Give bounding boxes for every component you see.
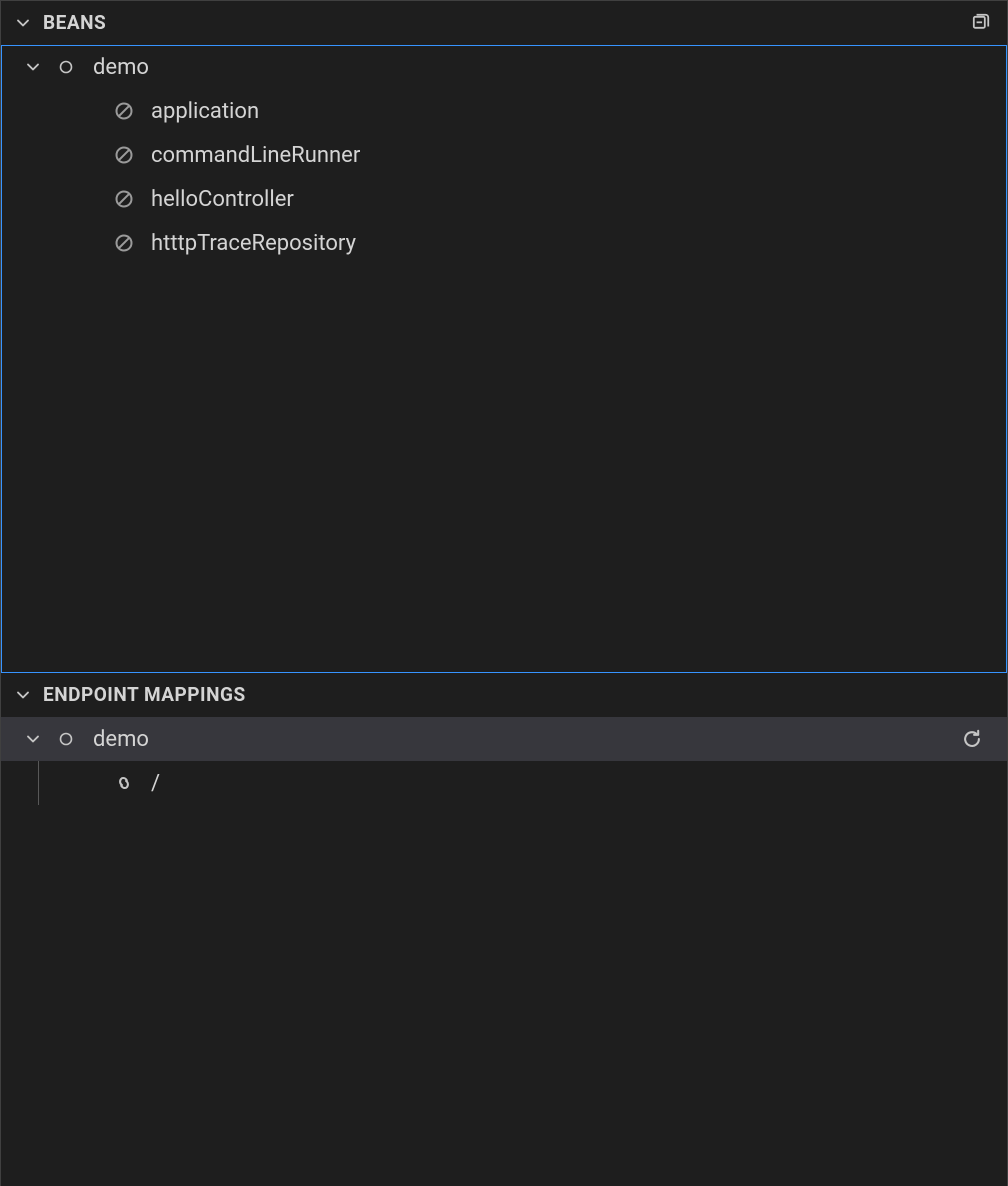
bean-item-label: helloController <box>151 187 294 212</box>
chevron-down-icon <box>11 683 35 707</box>
beans-section-header[interactable]: BEANS <box>1 1 1007 45</box>
endpoint-project-row[interactable]: demo <box>1 717 1007 761</box>
refresh-button[interactable] <box>957 724 987 754</box>
chevron-down-icon <box>11 11 35 35</box>
disabled-icon <box>111 142 137 168</box>
collapse-all-button[interactable] <box>965 8 995 38</box>
endpoint-section-title: ENDPOINT MAPPINGS <box>43 683 246 706</box>
disabled-icon <box>111 230 137 256</box>
chevron-down-icon <box>21 55 45 79</box>
bean-item[interactable]: helloController <box>1 177 1007 221</box>
bean-item-label: commandLineRunner <box>151 143 360 168</box>
endpoint-project-label: demo <box>93 727 149 752</box>
beans-project-label: demo <box>93 55 149 80</box>
disabled-icon <box>111 98 137 124</box>
bean-item-label: htttpTraceRepository <box>151 231 356 256</box>
bean-item[interactable]: application <box>1 89 1007 133</box>
endpoint-tree[interactable]: demo / <box>1 717 1007 1186</box>
bean-item-label: application <box>151 99 259 124</box>
disabled-icon <box>111 186 137 212</box>
endpoint-section-header[interactable]: ENDPOINT MAPPINGS <box>1 673 1007 717</box>
bean-item[interactable]: htttpTraceRepository <box>1 221 1007 265</box>
beans-tree[interactable]: demo application commandLineRunner <box>1 45 1007 673</box>
chevron-down-icon <box>21 727 45 751</box>
beans-section-title: BEANS <box>43 11 106 34</box>
circle-outline-icon <box>53 54 79 80</box>
circle-outline-icon <box>53 726 79 752</box>
bean-item[interactable]: commandLineRunner <box>1 133 1007 177</box>
link-icon <box>111 770 137 796</box>
endpoint-item[interactable]: / <box>1 761 1007 805</box>
endpoint-item-label: / <box>151 771 160 796</box>
beans-project-row[interactable]: demo <box>1 45 1007 89</box>
